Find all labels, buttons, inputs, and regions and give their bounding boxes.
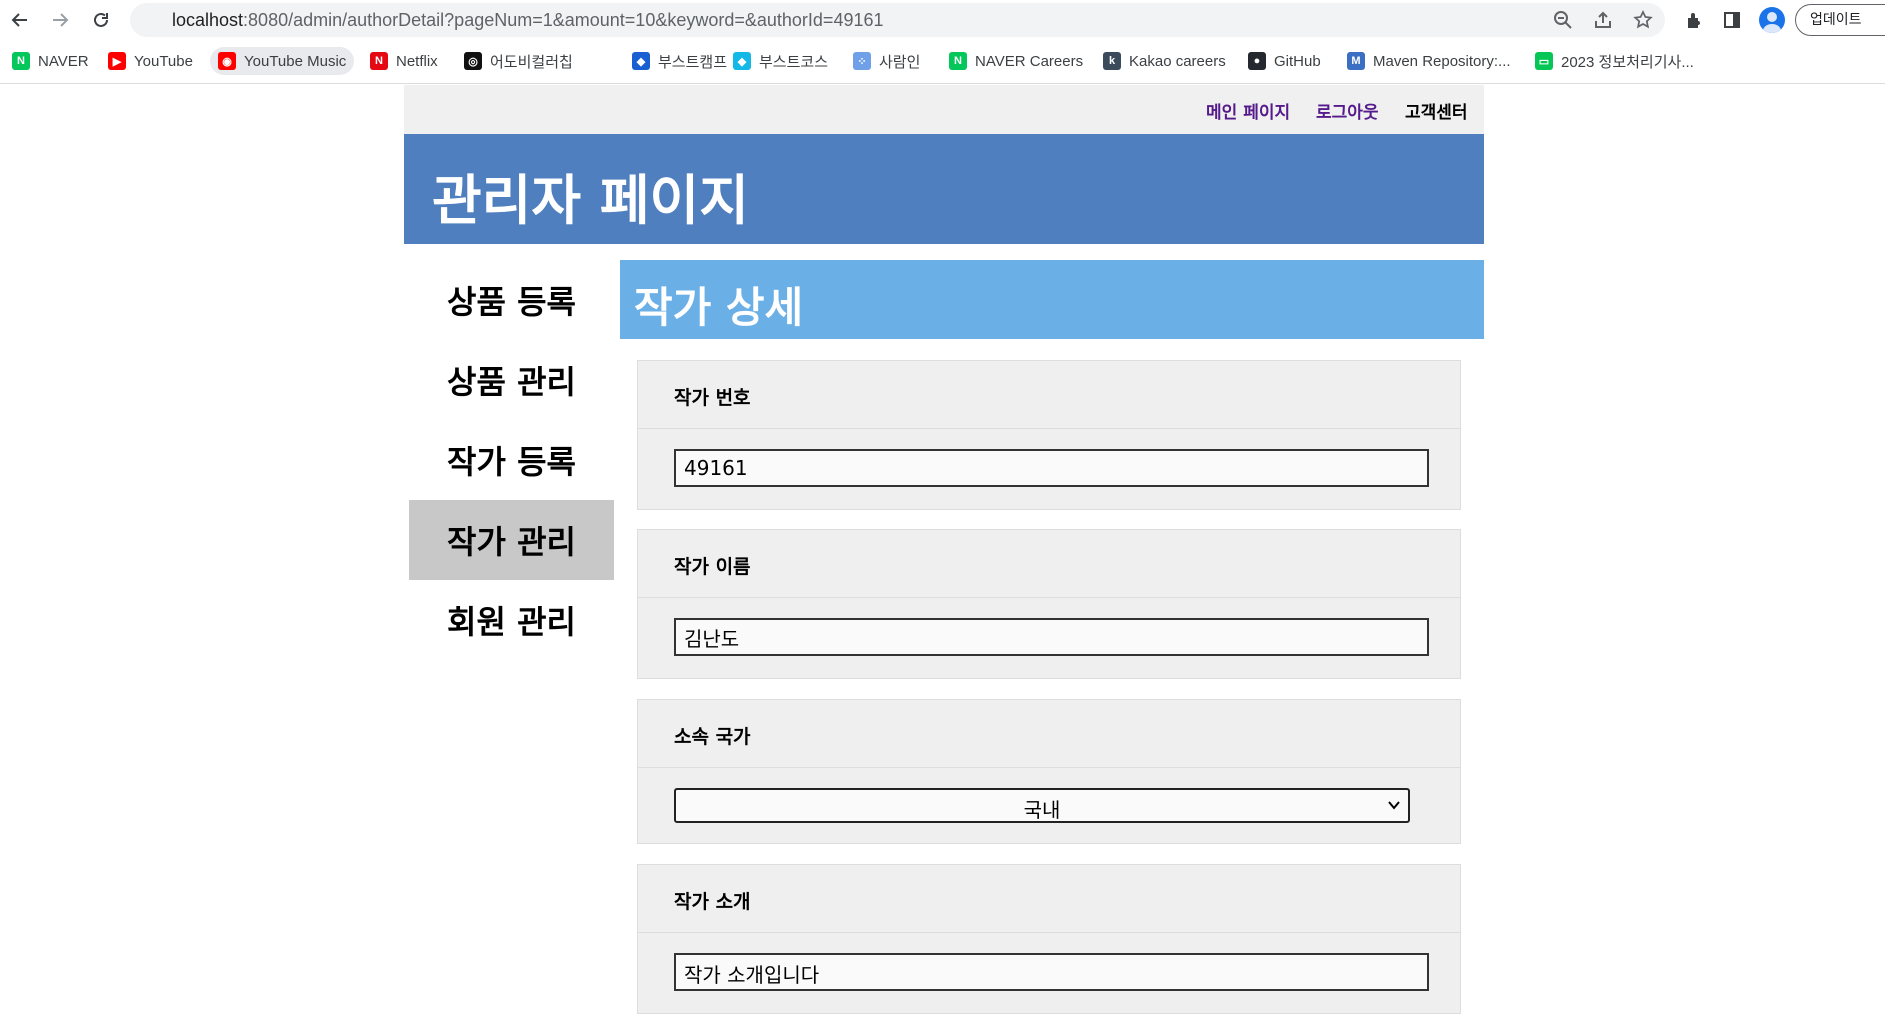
line-icon: ▭ [1535, 52, 1553, 70]
address-bar[interactable]: localhost:8080/admin/authorDetail?pageNu… [130, 3, 1665, 37]
divider [638, 428, 1460, 429]
forward-icon[interactable] [46, 6, 74, 34]
bookmark-label: NAVER Careers [975, 52, 1084, 70]
nation-select[interactable]: 국내 [674, 788, 1410, 823]
maven-icon: M [1347, 52, 1365, 70]
bookmark-label: 어도비컬러칩 [490, 53, 573, 71]
boostcamp-icon: ◆ [632, 52, 650, 70]
profile-avatar-icon[interactable] [1759, 7, 1785, 33]
top-nav: 메인 페이지 로그아웃 고객센터 [404, 85, 1484, 134]
bookmark-kakao-careers[interactable]: k Kakao careers [1095, 47, 1234, 75]
author-intro-group: 작가 소개 작가 소개입니다 [637, 864, 1461, 1014]
sidebar-item-author-manage[interactable]: 작가 관리 [409, 500, 614, 580]
extensions-icon[interactable] [1682, 8, 1706, 32]
author-id-label: 작가 번호 [674, 387, 751, 409]
bookmark-label: Netflix [396, 52, 438, 70]
boostcourse-icon: ◆ [733, 52, 751, 70]
bookmark-maven[interactable]: M Maven Repository:... [1339, 47, 1519, 75]
bookmark-label: 2023 정보처리기사... [1561, 53, 1694, 71]
author-name-group: 작가 이름 [637, 529, 1461, 679]
bookmarks-bar: N NAVER ▶ YouTube ◉ YouTube Music N Netflix ◎ 어도비… [0, 40, 1885, 84]
chevron-down-icon [1388, 801, 1400, 810]
admin-banner: 관리자 페이지 [404, 134, 1484, 244]
divider [638, 932, 1460, 933]
bookmark-boostcamp[interactable]: ◆ 부스트캠프 [624, 47, 735, 75]
nation-selected-value: 국내 [1023, 798, 1061, 822]
bookmark-label: 부스트코스 [759, 53, 829, 71]
naver-careers-icon: N [949, 52, 967, 70]
bookmark-saramin[interactable]: ⁘ 사람인 [845, 47, 928, 75]
author-name-input[interactable] [674, 618, 1429, 656]
naver-icon: N [12, 52, 30, 70]
update-button[interactable]: 업데이트 [1795, 4, 1885, 36]
bookmark-youtube-music[interactable]: ◉ YouTube Music [210, 47, 355, 75]
bookmark-label: Kakao careers [1129, 52, 1226, 70]
url-text[interactable]: localhost:8080/admin/authorDetail?pageNu… [172, 10, 884, 31]
kakao-careers-icon: k [1103, 52, 1121, 70]
bookmark-label: 사람인 [879, 53, 921, 71]
sidebar-item-author-register[interactable]: 작가 등록 [409, 420, 614, 500]
divider [638, 597, 1460, 598]
divider [638, 767, 1460, 768]
bookmark-label: YouTube [134, 52, 193, 70]
youtube-music-icon: ◉ [218, 52, 236, 70]
bookmark-github[interactable]: ● GitHub [1240, 47, 1329, 75]
bookmark-label: NAVER [38, 52, 89, 70]
netflix-icon: N [370, 52, 388, 70]
adobe-color-icon: ◎ [464, 52, 482, 70]
bookmark-boostcourse[interactable]: ◆ 부스트코스 [725, 47, 836, 75]
bookmark-adobe-color[interactable]: ◎ 어도비컬러칩 [456, 47, 581, 75]
sidebar-item-member-manage[interactable]: 회원 관리 [409, 580, 614, 660]
nation-label: 소속 국가 [674, 726, 751, 748]
bookmark-label: 부스트캠프 [658, 53, 728, 71]
back-icon[interactable] [6, 6, 34, 34]
sidebar-item-product-register[interactable]: 상품 등록 [409, 260, 614, 340]
author-intro-label: 작가 소개 [674, 891, 751, 913]
author-id-group: 작가 번호 [637, 360, 1461, 510]
reload-icon[interactable] [87, 6, 115, 34]
author-intro-textarea[interactable]: 작가 소개입니다 [674, 953, 1429, 991]
bookmark-naver-careers[interactable]: N NAVER Careers [941, 47, 1091, 75]
bookmark-youtube[interactable]: ▶ YouTube [100, 47, 201, 75]
bookmark-label: GitHub [1274, 52, 1321, 70]
bookmark-label: Maven Repository:... [1373, 52, 1511, 70]
section-header: 작가 상세 [620, 260, 1484, 339]
author-name-label: 작가 이름 [674, 556, 751, 578]
sidebar-item-product-manage[interactable]: 상품 관리 [409, 340, 614, 420]
share-icon[interactable] [1592, 9, 1614, 31]
logout-link[interactable]: 로그아웃 [1316, 98, 1379, 123]
bookmark-naver[interactable]: N NAVER [4, 47, 97, 75]
page-viewport: 메인 페이지 로그아웃 고객센터 관리자 페이지 상품 등록 상품 관리 작가 … [0, 85, 1885, 1014]
nation-group: 소속 국가 국내 [637, 699, 1461, 844]
section-title: 작가 상세 [634, 283, 804, 332]
github-icon: ● [1248, 52, 1266, 70]
zoom-icon[interactable] [1552, 9, 1574, 31]
customer-center-link[interactable]: 고객센터 [1405, 98, 1468, 123]
bookmark-star-icon[interactable] [1632, 9, 1654, 31]
author-id-input[interactable] [674, 449, 1429, 487]
browser-toolbar: localhost:8080/admin/authorDetail?pageNu… [0, 0, 1885, 40]
bookmark-label: YouTube Music [244, 52, 347, 70]
youtube-icon: ▶ [108, 52, 126, 70]
saramin-icon: ⁘ [853, 52, 871, 70]
bookmark-line[interactable]: ▭ 2023 정보처리기사... [1527, 47, 1702, 75]
bookmark-netflix[interactable]: N Netflix [362, 47, 446, 75]
page-title: 관리자 페이지 [432, 169, 749, 232]
side-panel-icon[interactable] [1720, 8, 1744, 32]
main-page-link[interactable]: 메인 페이지 [1206, 98, 1290, 123]
admin-wrapper: 메인 페이지 로그아웃 고객센터 관리자 페이지 상품 등록 상품 관리 작가 … [404, 85, 1484, 1014]
